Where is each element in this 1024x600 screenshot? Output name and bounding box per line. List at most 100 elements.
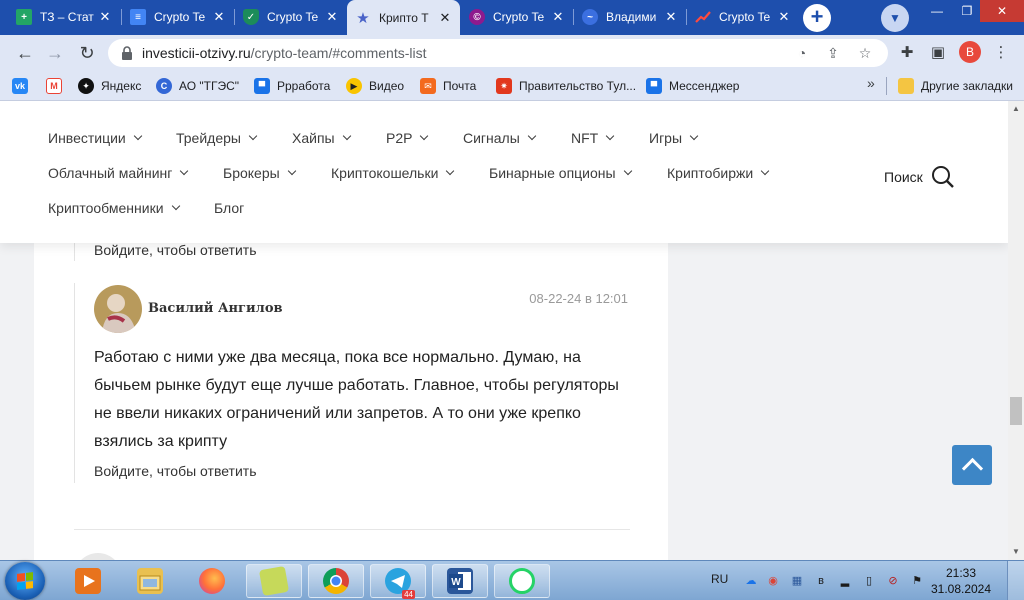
- close-icon[interactable]: ✕: [98, 9, 112, 25]
- taskbar-firefox[interactable]: [184, 564, 240, 598]
- bookmark-star-icon[interactable]: ☆: [854, 43, 876, 63]
- language-indicator[interactable]: RU: [711, 572, 728, 586]
- taskbar-word[interactable]: W: [432, 564, 488, 598]
- close-icon[interactable]: ✕: [551, 9, 565, 25]
- menu-item-crypto-exchanges[interactable]: Криптобиржи: [667, 165, 770, 181]
- volume-muted-icon[interactable]: ⊘: [886, 574, 900, 588]
- menu-item-p2p[interactable]: P2P: [386, 130, 429, 146]
- taskbar-sticky-notes[interactable]: [246, 564, 302, 598]
- scroll-down-arrow-icon[interactable]: ▼: [1008, 544, 1024, 560]
- bookmark-video[interactable]: ▶ Видео: [346, 76, 404, 96]
- bookmark-label: Яндекс: [101, 79, 142, 93]
- close-icon[interactable]: ✕: [438, 10, 452, 26]
- start-button[interactable]: [5, 562, 45, 600]
- menu-item-binary-options[interactable]: Бинарные опционы: [489, 165, 632, 181]
- tab-6[interactable]: ~ Владими ✕: [574, 2, 686, 32]
- menu-item-signals[interactable]: Сигналы: [463, 130, 537, 146]
- signal-strength-icon[interactable]: ▂: [838, 574, 852, 588]
- taskbar-file-explorer[interactable]: [122, 564, 178, 598]
- url-text[interactable]: investicii-otzivy.ru/crypto-team/#commen…: [142, 45, 426, 61]
- close-icon[interactable]: ✕: [212, 9, 226, 25]
- forward-button[interactable]: →: [42, 40, 68, 66]
- taskbar-whatsapp[interactable]: [494, 564, 550, 598]
- cloud-sync-icon[interactable]: ☁: [744, 574, 758, 588]
- menu-label: NFT: [571, 130, 599, 146]
- scroll-up-arrow-icon[interactable]: ▲: [1008, 101, 1024, 117]
- reload-button[interactable]: ↻: [74, 40, 100, 66]
- bookmark-government[interactable]: ✷ Правительство Тул...: [496, 76, 636, 96]
- close-icon[interactable]: ✕: [777, 9, 791, 25]
- sheets-icon: +: [16, 9, 32, 25]
- chrome-icon: [323, 568, 349, 594]
- bookmark-messenger[interactable]: ▀ Мессенджер: [646, 76, 739, 96]
- restore-button[interactable]: ❐: [952, 0, 982, 22]
- menu-item-crypto-wallets[interactable]: Криптокошельки: [331, 165, 455, 181]
- scrollbar-thumb[interactable]: [1010, 397, 1022, 425]
- scroll-to-top-button[interactable]: [952, 445, 992, 485]
- more-bookmarks-button[interactable]: »: [867, 75, 875, 91]
- tab-3[interactable]: ✓ Crypto Te ✕: [235, 2, 347, 32]
- login-to-reply-link[interactable]: Войдите, чтобы ответить: [94, 242, 257, 258]
- close-icon[interactable]: ✕: [664, 9, 678, 25]
- menu-item-cloud-mining[interactable]: Облачный майнинг: [48, 165, 189, 181]
- close-window-button[interactable]: ✕: [980, 0, 1024, 22]
- taskbar-telegram[interactable]: 44: [370, 564, 426, 599]
- site-search-button[interactable]: Поиск: [884, 165, 955, 189]
- bookmark-mail[interactable]: ✉ Почта: [420, 76, 476, 96]
- battery-icon[interactable]: ▯: [862, 574, 876, 588]
- bookmark-yandex[interactable]: ✦ Яндекс: [78, 76, 141, 96]
- tab-7[interactable]: Crypto Te ✕: [687, 2, 799, 32]
- tab-label: Crypto Te: [267, 10, 319, 24]
- side-panel-icon[interactable]: ▣: [927, 42, 949, 64]
- profile-avatar[interactable]: B: [959, 41, 981, 63]
- back-button[interactable]: ←: [12, 40, 38, 66]
- network-monitor-icon[interactable]: ▦: [790, 574, 804, 588]
- menu-label: P2P: [386, 130, 413, 146]
- lock-icon[interactable]: [120, 45, 134, 61]
- show-desktop-button[interactable]: [1007, 561, 1024, 600]
- bookmark-label: Почта: [443, 79, 477, 93]
- address-bar[interactable]: investicii-otzivy.ru/crypto-team/#commen…: [108, 39, 888, 67]
- bookmark-vk[interactable]: vk: [12, 76, 35, 96]
- docs-icon: ≡: [130, 9, 146, 25]
- bookmark-label: Ррработа: [277, 79, 331, 93]
- menu-item-brokers[interactable]: Брокеры: [223, 165, 296, 181]
- page-scrollbar[interactable]: ▲ ▼: [1008, 101, 1024, 560]
- tab-search-button[interactable]: ▼: [881, 4, 909, 32]
- tab-4-active[interactable]: ★ Крипто Т ✕: [347, 0, 460, 35]
- minimize-button[interactable]: —: [922, 0, 952, 22]
- bookmark-tges[interactable]: С АО "ТГЭС": [156, 76, 239, 96]
- chrome-tray-icon[interactable]: ◉: [766, 574, 780, 588]
- close-icon[interactable]: ✕: [325, 9, 339, 25]
- other-bookmarks[interactable]: ■ Другие закладки: [898, 76, 1013, 96]
- menu-item-investments[interactable]: Инвестиции: [48, 130, 143, 146]
- chevron-down-icon: [180, 166, 189, 176]
- menu-item-nft[interactable]: NFT: [571, 130, 615, 146]
- url-path: /crypto-team/#comments-list: [250, 45, 427, 61]
- bookmark-gmail[interactable]: M: [46, 76, 69, 96]
- menu-item-crypto-exchangers[interactable]: Криптообменники: [48, 200, 180, 216]
- tab-label: Crypto Te: [154, 10, 206, 24]
- taskbar-chrome[interactable]: [308, 564, 364, 598]
- taskbar-media-player[interactable]: [60, 564, 116, 598]
- share-icon[interactable]: ⇪: [822, 43, 844, 63]
- yandex-icon: ✦: [78, 78, 94, 94]
- menu-item-games[interactable]: Игры: [649, 130, 699, 146]
- performance-icon[interactable]: ◔: [791, 43, 813, 63]
- bluetooth-icon[interactable]: ʙ: [814, 574, 828, 588]
- tab-5[interactable]: © Crypto Te ✕: [461, 2, 573, 32]
- new-tab-button[interactable]: +: [803, 4, 831, 32]
- menu-kebab-icon[interactable]: ⋮: [990, 42, 1012, 64]
- bookmark-rabota[interactable]: ▀ Ррработа: [254, 76, 330, 96]
- mail-icon: ✉: [420, 78, 436, 94]
- action-center-flag-icon[interactable]: ⚑: [910, 574, 924, 588]
- menu-item-hyips[interactable]: Хайпы: [292, 130, 351, 146]
- system-clock[interactable]: 21:33 31.08.2024: [930, 565, 992, 597]
- menu-item-blog[interactable]: Блог: [214, 200, 244, 216]
- login-to-reply-link[interactable]: Войдите, чтобы ответить: [94, 463, 257, 479]
- extensions-icon[interactable]: ✚: [896, 42, 918, 64]
- menu-item-traders[interactable]: Трейдеры: [176, 130, 258, 146]
- comment-author[interactable]: Василий Ангилов: [148, 301, 283, 316]
- tab-1[interactable]: + ТЗ – Стат ✕: [8, 2, 120, 32]
- tab-2[interactable]: ≡ Crypto Te ✕: [122, 2, 234, 32]
